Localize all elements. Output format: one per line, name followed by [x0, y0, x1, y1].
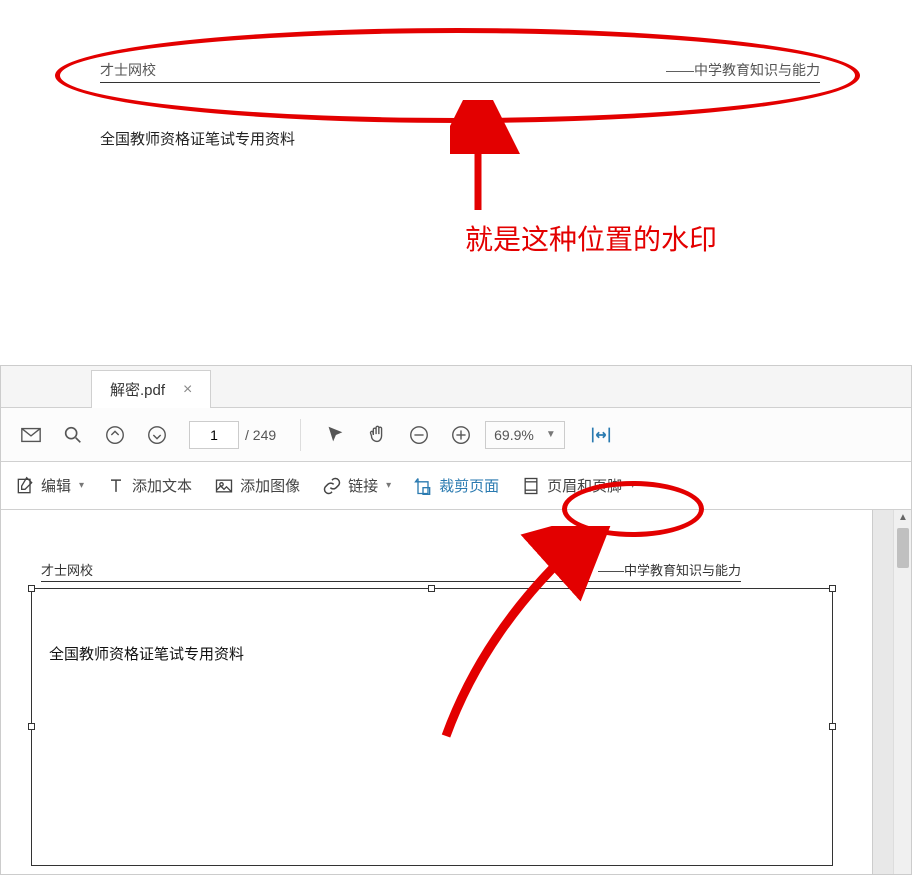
hand-icon: [366, 424, 388, 446]
next-page-button[interactable]: [139, 417, 175, 453]
edit-label: 编辑: [41, 475, 71, 496]
close-icon[interactable]: ×: [183, 381, 192, 399]
resize-handle[interactable]: [829, 585, 836, 592]
crop-page-label: 裁剪页面: [439, 475, 499, 496]
fit-width-button[interactable]: [583, 417, 619, 453]
resize-handle[interactable]: [28, 585, 35, 592]
header-right-text: ——中学教育知识与能力: [666, 60, 820, 80]
mail-icon: [20, 424, 42, 446]
chevron-down-icon: ▾: [630, 480, 635, 491]
mail-button[interactable]: [13, 417, 49, 453]
search-button[interactable]: [55, 417, 91, 453]
edit-icon: [15, 476, 35, 496]
document-header-line: 才士网校 ——中学教育知识与能力: [100, 60, 820, 83]
page-header-right: ——中学教育知识与能力: [598, 560, 741, 579]
tab-bar: 解密.pdf ×: [1, 366, 911, 408]
chevron-down-icon: ▾: [386, 480, 391, 491]
cursor-icon: [324, 424, 346, 446]
header-left-text: 才士网校: [100, 60, 156, 80]
document-preview: 才士网校 ——中学教育知识与能力 全国教师资格证笔试专用资料: [100, 60, 820, 149]
header-footer-button[interactable]: 页眉和页脚 ▾: [511, 469, 645, 502]
resize-handle[interactable]: [829, 723, 836, 730]
chevron-down-icon: ▼: [546, 429, 556, 440]
add-text-button[interactable]: 添加文本: [96, 469, 202, 502]
image-icon: [214, 476, 234, 496]
resize-handle[interactable]: [28, 723, 35, 730]
prev-page-button[interactable]: [97, 417, 133, 453]
fit-width-icon: [590, 424, 612, 446]
document-viewport[interactable]: 才士网校 ——中学教育知识与能力 全国教师资格证笔试专用资料 ▲: [1, 510, 911, 874]
link-icon: [322, 476, 342, 496]
crop-page-button[interactable]: 裁剪页面: [403, 469, 509, 502]
edit-button[interactable]: 编辑 ▾: [5, 469, 94, 502]
chevron-down-icon: ▾: [79, 480, 84, 491]
arrow-up-circle-icon: [104, 424, 126, 446]
plus-circle-icon: [450, 424, 472, 446]
scroll-thumb[interactable]: [897, 528, 909, 568]
header-footer-icon: [521, 476, 541, 496]
crop-selection-box[interactable]: [31, 588, 833, 866]
page-total-label: / 249: [245, 427, 276, 443]
page-header-left: 才士网校: [41, 560, 93, 579]
add-text-label: 添加文本: [132, 475, 192, 496]
page-number-control: / 249: [189, 421, 276, 449]
pdf-editor-window: 解密.pdf × / 249: [0, 365, 912, 875]
page-number-input[interactable]: [189, 421, 239, 449]
main-toolbar: / 249 69.9% ▼: [1, 408, 911, 462]
text-icon: [106, 476, 126, 496]
link-label: 链接: [348, 475, 378, 496]
scroll-up-arrow-icon[interactable]: ▲: [898, 512, 908, 523]
vertical-scrollbar[interactable]: ▲: [893, 510, 911, 874]
zoom-out-button[interactable]: [401, 417, 437, 453]
crop-page-icon: [413, 476, 433, 496]
resize-handle[interactable]: [428, 585, 435, 592]
add-image-label: 添加图像: [240, 475, 300, 496]
zoom-level-value: 69.9%: [494, 427, 534, 443]
selection-tool-button[interactable]: [317, 417, 353, 453]
search-icon: [62, 424, 84, 446]
minus-circle-icon: [408, 424, 430, 446]
arrow-down-circle-icon: [146, 424, 168, 446]
header-footer-label: 页眉和页脚: [547, 475, 622, 496]
add-image-button[interactable]: 添加图像: [204, 469, 310, 502]
page-header-line: 才士网校 ——中学教育知识与能力: [41, 560, 741, 582]
edit-toolbar: 编辑 ▾ 添加文本 添加图像 链接 ▾ 裁剪页面 页眉和页脚 ▾: [1, 462, 911, 510]
top-annotated-preview: 才士网校 ——中学教育知识与能力 全国教师资格证笔试专用资料 就是这种位置的水印: [0, 0, 912, 360]
hand-tool-button[interactable]: [359, 417, 395, 453]
tab-title: 解密.pdf: [110, 379, 165, 400]
link-button[interactable]: 链接 ▾: [312, 469, 401, 502]
annotation-caption: 就是这种位置的水印: [465, 218, 717, 258]
document-page[interactable]: 才士网校 ——中学教育知识与能力 全国教师资格证笔试专用资料: [1, 510, 873, 874]
document-body-text: 全国教师资格证笔试专用资料: [100, 128, 820, 149]
toolbar-separator: [300, 419, 301, 451]
zoom-level-dropdown[interactable]: 69.9% ▼: [485, 421, 565, 449]
zoom-in-button[interactable]: [443, 417, 479, 453]
tab-file[interactable]: 解密.pdf ×: [91, 370, 211, 408]
